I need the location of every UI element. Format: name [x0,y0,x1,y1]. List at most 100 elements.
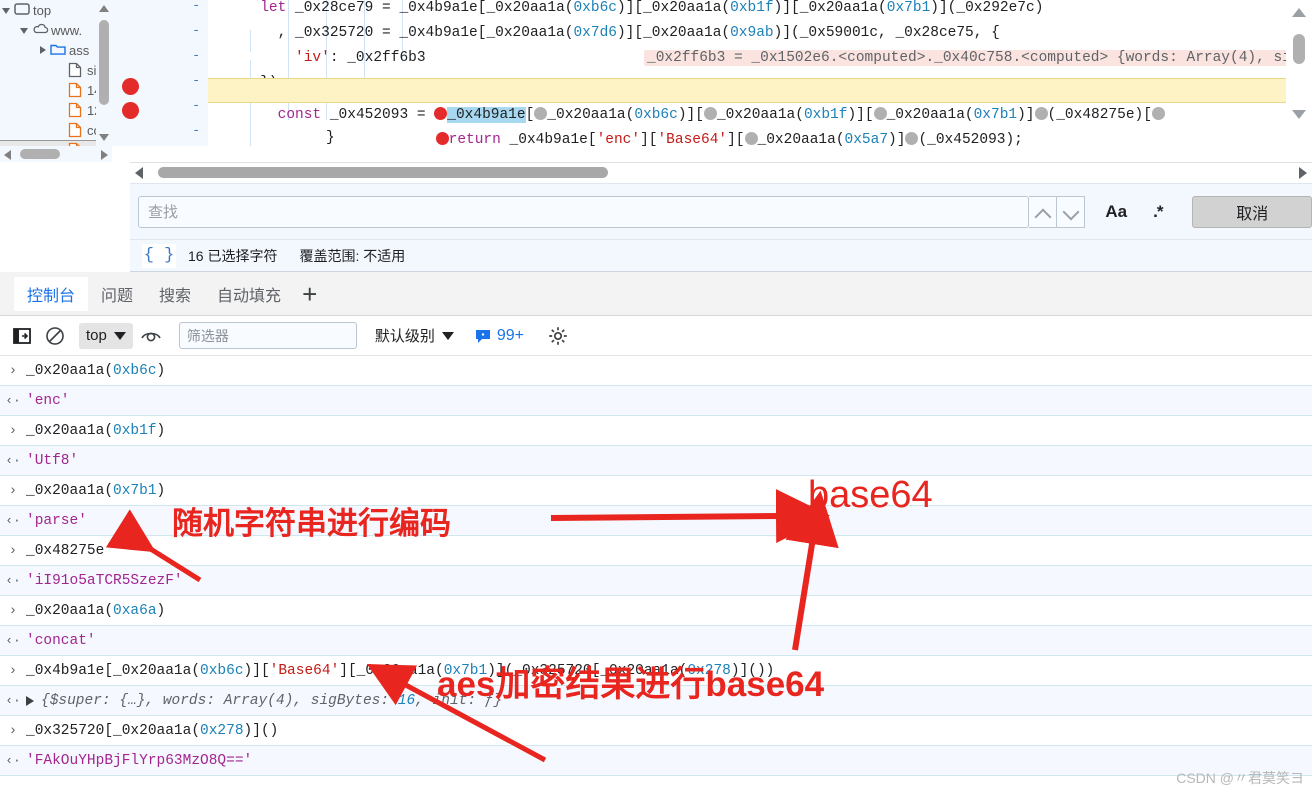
file-tree-horizontal-scrollbar[interactable] [0,146,112,162]
drawer-tab[interactable]: 控制台 [14,276,89,311]
file-js-icon [67,102,85,118]
scroll-right-icon[interactable] [1292,163,1312,183]
console-token: _0x48275e [26,542,105,559]
console-token: 'Utf8' [26,452,79,469]
scroll-up-icon[interactable] [1286,0,1312,26]
expand-object-icon[interactable] [26,695,34,706]
inline-breakpoint-dot[interactable] [435,132,449,145]
console-row-text: {$super: {…}, words: Array(4), sigBytes:… [41,693,502,709]
inline-breakpoint-dot[interactable] [1034,107,1048,120]
console-input-row[interactable]: › _0x20aa1a(0xb1f) [0,416,1312,446]
panel-toggle-icon[interactable] [5,326,39,346]
issues-badge[interactable]: 99+ [474,327,524,345]
editor-gutter[interactable]: - - - - - - [112,0,208,146]
console-token: _0x325720[_0x20aa1a( [26,722,201,739]
console-token: ][_0x20aa1a( [339,662,444,679]
code-line-const[interactable]: const _0x452093 = _0x4b9a1e[_0x20aa1a(0x… [208,78,1165,123]
console-filter-input[interactable]: 筛选器 [178,322,357,349]
scroll-left-icon[interactable] [0,146,16,162]
scroll-down-icon[interactable] [1286,102,1312,128]
console-input-row[interactable]: › _0x48275e [0,536,1312,566]
chevron-right-icon[interactable] [36,44,49,57]
console-input-row[interactable]: › _0x4b9a1e[_0x20aa1a(0xb6c)]['Base64'][_… [0,656,1312,686]
console-token: 16 [397,692,416,709]
console-output-row[interactable]: ‹· 'parse' [0,506,1312,536]
frame-icon [13,2,31,18]
search-next-button[interactable] [1057,195,1086,228]
code-line[interactable]: , _0x325720 = _0x4b9a1e[_0x20aa1a(0x7d6)… [208,21,1009,46]
regex-button[interactable]: .* [1153,202,1163,222]
console-output-row[interactable]: ‹· {$super: {…}, words: Array(4), sigByte… [0,686,1312,716]
console-input-row[interactable]: › _0x20aa1a(0xb6c) [0,356,1312,386]
console-row-text: 'iI91o5aTCR5SzezF' [26,573,183,589]
add-tab-button[interactable]: + [302,281,317,307]
chevron-down-icon[interactable] [18,24,31,37]
inline-breakpoint-dot[interactable] [1151,107,1165,120]
inline-breakpoint-dot[interactable] [744,132,758,145]
scrollbar-thumb[interactable] [20,149,60,159]
file-js-icon [67,82,85,98]
inline-breakpoint-dot[interactable] [434,107,448,120]
log-level-selector[interactable]: 默认级别 [375,325,454,346]
console-row-text: _0x20aa1a(0xa6a) [26,603,165,619]
console-row-text: _0x48275e [26,543,104,559]
file-tree-item-label: top [33,2,52,18]
editor-vertical-scrollbar[interactable] [1286,0,1312,146]
chevron-down-icon[interactable] [0,4,13,17]
pretty-print-button[interactable]: { } [142,243,176,268]
breakpoint-marker[interactable] [122,78,139,95]
inline-eval-value: _0x2ff6b3 = _0x1502e6.<computed>._0x40c7… [644,46,1286,71]
keyword-return: return [448,132,501,146]
console-output-row[interactable]: ‹· 'concat' [0,626,1312,656]
console-input-row[interactable]: › _0x20aa1a(0x7b1) [0,476,1312,506]
console-output-row[interactable]: ‹· 'FAkOuYHpBjFlYrp63MzO8Q==' [0,746,1312,776]
console-input-arrow-icon: › [8,482,18,499]
gear-icon[interactable] [536,325,580,347]
inline-breakpoint-dot[interactable] [703,107,717,120]
drawer-tab[interactable]: 自动填充 [204,277,294,311]
breakpoint-marker[interactable] [122,102,139,119]
search-prev-button[interactable] [1029,195,1058,228]
code-line[interactable]: 'iv': _0x2ff6b3 [208,46,434,71]
scrollbar-thumb[interactable] [99,20,109,105]
filter-placeholder: 筛选器 [186,327,229,344]
code-line[interactable]: let _0x28ce79 = _0x4b9a1e[_0x20aa1a(0xb6… [208,0,1043,21]
console-input-row[interactable]: › _0x20aa1a(0xa6a) [0,596,1312,626]
inline-breakpoint-dot[interactable] [534,107,548,120]
live-expression-icon[interactable] [133,326,169,346]
console-output-row[interactable]: ‹· 'iI91o5aTCR5SzezF' [0,566,1312,596]
scrollbar-thumb[interactable] [158,167,608,178]
inline-breakpoint-dot[interactable] [873,107,887,120]
file-tree-vertical-scrollbar[interactable] [96,0,112,146]
file-navigator-tree[interactable]: topwww.asssig14.128cormapolrun [0,0,112,162]
console-token: 'Base64' [269,662,340,679]
console-input-row[interactable]: › _0x325720[_0x20aa1a(0x278)]() [0,716,1312,746]
editor-search-bar: 查找 Aa .* 取消 [130,183,1312,239]
execution-context-selector[interactable]: top [79,322,133,349]
scroll-down-icon[interactable] [96,130,112,146]
console-token: 'enc' [26,392,70,409]
selected-token[interactable]: _0x4b9a1e [447,107,526,123]
scrollbar-thumb[interactable] [1293,34,1305,64]
file-tree-item-label: www. [51,22,83,38]
console-output-row[interactable]: ‹· 'enc' [0,386,1312,416]
editor-horizontal-scrollbar[interactable] [130,162,1312,182]
search-input[interactable]: 查找 [138,195,1030,228]
console-message-list[interactable]: › _0x20aa1a(0xb6c) ‹·'enc' › _0x20aa1a(0xb1f… [0,356,1312,792]
console-token: 'iI91o5aTCR5SzezF' [26,572,183,589]
scroll-left-icon[interactable] [130,163,150,183]
devtools-window: topwww.asssig14.128cormapolrun - - - - -… [0,0,1312,792]
scroll-right-icon[interactable] [96,146,112,162]
chevron-down-icon [441,331,454,340]
search-cancel-button[interactable]: 取消 [1192,195,1312,228]
console-output-row[interactable]: ‹· 'Utf8' [0,446,1312,476]
scroll-up-icon[interactable] [96,0,112,16]
clear-console-icon[interactable] [39,326,71,346]
drawer-tab[interactable]: 搜索 [146,277,204,311]
match-case-button[interactable]: Aa [1105,202,1127,222]
console-token: 0x278 [687,662,731,679]
source-code-editor[interactable]: let _0x28ce79 = _0x4b9a1e[_0x20aa1a(0xb6… [208,0,1286,146]
console-token: , init: ƒ} [415,692,503,709]
drawer-tab[interactable]: 问题 [88,277,146,311]
inline-breakpoint-dot[interactable] [905,132,919,145]
